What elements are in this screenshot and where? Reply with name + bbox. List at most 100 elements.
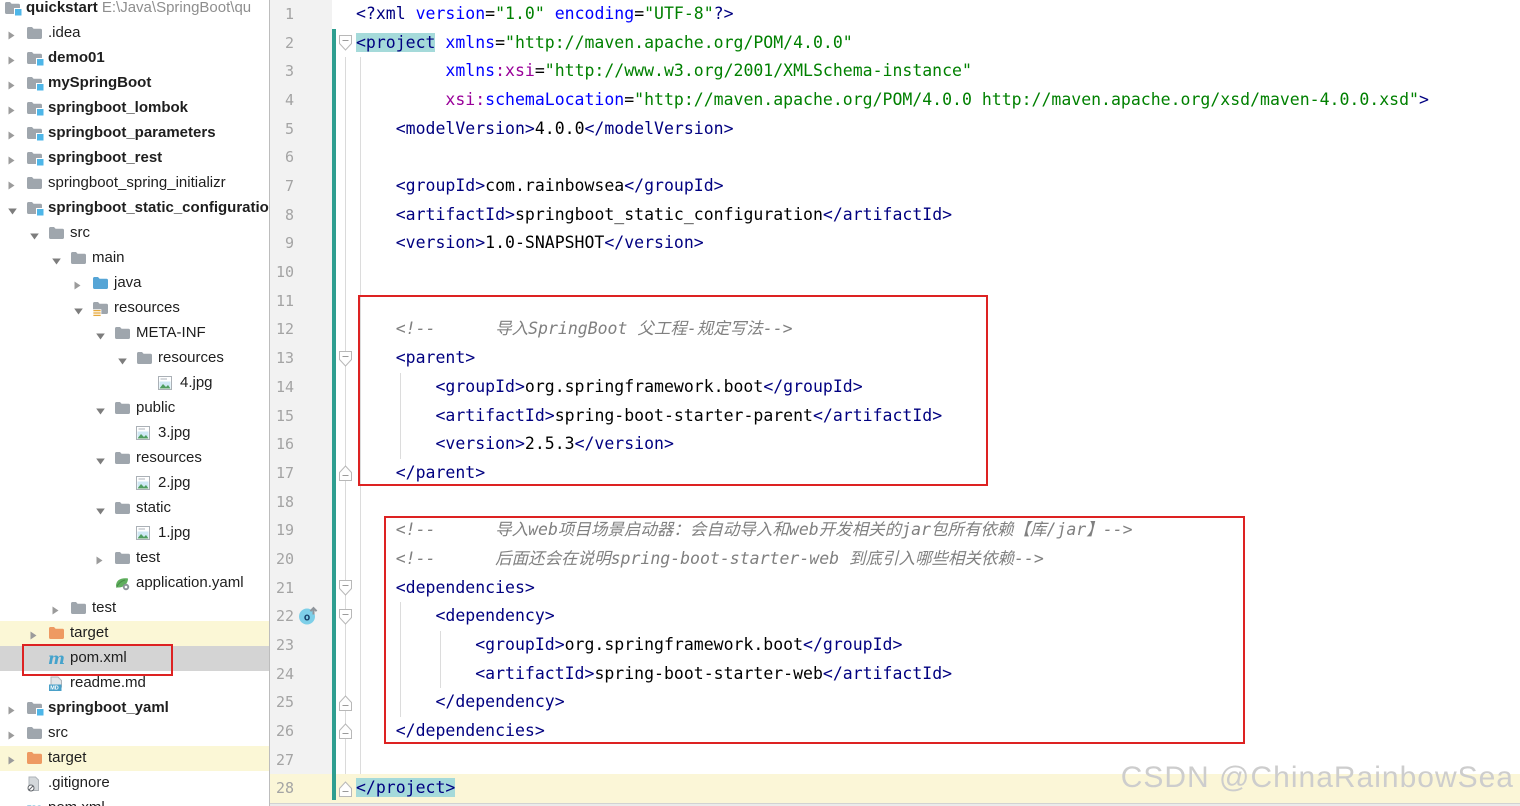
tree-item-meta-inf[interactable]: META-INF — [0, 321, 270, 346]
chevron-right-icon[interactable] — [7, 753, 18, 764]
line-number: 9 — [270, 229, 294, 258]
tree-item-.idea[interactable]: .idea — [0, 21, 270, 46]
module-icon — [26, 51, 44, 67]
vcs-change-bar[interactable] — [332, 29, 336, 800]
code-segment: "1.0" — [495, 4, 545, 23]
tree-item-resources[interactable]: resources — [0, 346, 270, 371]
tree-item-springboot_spring_initializr[interactable]: springboot_spring_initializr — [0, 171, 270, 196]
chevron-down-icon[interactable] — [117, 353, 128, 364]
chevron-right-icon[interactable] — [51, 603, 62, 614]
tree-item-application.yaml[interactable]: application.yaml — [0, 571, 270, 596]
tree-item-springboot_static_configuration[interactable]: springboot_static_configuration — [0, 196, 270, 221]
chevron-right-icon[interactable] — [7, 53, 18, 64]
tree-item-springboot_yaml[interactable]: springboot_yaml — [0, 696, 270, 721]
chevron-right-icon[interactable] — [7, 703, 18, 714]
tree-item-resources[interactable]: resources — [0, 446, 270, 471]
folder-target-icon — [26, 751, 44, 767]
tree-item-public[interactable]: public — [0, 396, 270, 421]
line-number: 4 — [270, 86, 294, 115]
folder-icon — [114, 326, 132, 342]
code-line-5[interactable]: <modelVersion>4.0.0</modelVersion> — [356, 115, 734, 144]
tree-item-3.jpg[interactable]: 3.jpg — [0, 421, 270, 446]
chevron-down-icon[interactable] — [51, 253, 62, 264]
fold-collapse-end-icon[interactable] — [338, 464, 353, 487]
fold-collapse-start-icon[interactable] — [338, 34, 353, 57]
code-line-8[interactable]: <artifactId>springboot_static_configurat… — [356, 201, 952, 230]
folder-icon — [114, 501, 132, 517]
chevron-right-icon[interactable] — [29, 628, 40, 639]
chevron-right-icon[interactable] — [7, 728, 18, 739]
code-line-2[interactable]: <project xmlns="http://maven.apache.org/… — [356, 29, 853, 58]
tree-item-myspringboot[interactable]: mySpringBoot — [0, 71, 270, 96]
chevron-right-icon[interactable] — [7, 28, 18, 39]
folder-icon — [48, 226, 66, 242]
chevron-right-icon[interactable] — [7, 78, 18, 89]
md-icon: MD — [48, 676, 66, 692]
tree-item-resources[interactable]: resources — [0, 296, 270, 321]
chevron-down-icon[interactable] — [73, 303, 84, 314]
tree-item-target[interactable]: target — [0, 621, 270, 646]
tree-item-src[interactable]: src — [0, 721, 270, 746]
chevron-down-icon[interactable] — [95, 453, 106, 464]
fold-collapse-start-icon[interactable] — [338, 350, 353, 373]
chevron-down-icon[interactable] — [95, 503, 106, 514]
chevron-right-icon[interactable] — [73, 278, 84, 289]
code-segment: "http://www.w3.org/2001/XMLSchema-instan… — [545, 61, 972, 80]
chevron-right-icon[interactable] — [95, 553, 106, 564]
tree-item-target[interactable]: target — [0, 746, 270, 771]
fold-collapse-end-icon[interactable] — [338, 780, 353, 803]
tree-item-2.jpg[interactable]: 2.jpg — [0, 471, 270, 496]
tree-item-pom.xml[interactable]: mpom.xml — [0, 796, 270, 806]
code-line-28[interactable]: </project> — [356, 774, 455, 803]
tree-item-label: springboot_parameters — [48, 124, 216, 141]
tree-item-test[interactable]: test — [0, 596, 270, 621]
chevron-down-icon[interactable] — [29, 228, 40, 239]
tree-item-test[interactable]: test — [0, 546, 270, 571]
code-line-7[interactable]: <groupId>com.rainbowsea</groupId> — [356, 172, 724, 201]
tree-item-label: readme.md — [70, 674, 146, 691]
code-segment: <?xml — [356, 4, 416, 23]
tree-item-label: demo01 — [48, 49, 105, 66]
fold-collapse-end-icon[interactable] — [338, 694, 353, 717]
tree-item-java[interactable]: java — [0, 271, 270, 296]
dependency-navigate-icon[interactable]: o — [298, 605, 319, 631]
code-segment: = — [485, 4, 495, 23]
chevron-right-icon[interactable] — [7, 153, 18, 164]
tree-item-demo01[interactable]: demo01 — [0, 46, 270, 71]
chevron-down-icon[interactable] — [7, 203, 18, 214]
code-line-3[interactable]: xmlns:xsi="http://www.w3.org/2001/XMLSch… — [356, 57, 972, 86]
tree-item-src[interactable]: src — [0, 221, 270, 246]
panel-separator[interactable] — [269, 0, 270, 806]
fold-collapse-start-icon[interactable] — [338, 579, 353, 602]
tree-item-label: META-INF — [136, 324, 206, 341]
folder-icon — [136, 351, 154, 367]
tree-item-springboot_lombok[interactable]: springboot_lombok — [0, 96, 270, 121]
gitignore-icon — [26, 776, 44, 792]
line-number: 3 — [270, 57, 294, 86]
chevron-right-icon[interactable] — [7, 128, 18, 139]
tree-item-1.jpg[interactable]: 1.jpg — [0, 521, 270, 546]
tree-item-springboot_rest[interactable]: springboot_rest — [0, 146, 270, 171]
tree-item-.gitignore[interactable]: .gitignore — [0, 771, 270, 796]
tree-item-quickstart[interactable]: quickstart E:\Java\SpringBoot\qu — [0, 0, 270, 21]
tree-item-label: springboot_static_configuration — [48, 199, 270, 216]
tree-item-main[interactable]: main — [0, 246, 270, 271]
code-line-9[interactable]: <version>1.0-SNAPSHOT</version> — [356, 229, 704, 258]
chevron-right-icon[interactable] — [7, 178, 18, 189]
code-segment — [356, 205, 396, 224]
tree-item-label: public — [136, 399, 175, 416]
line-number: 25 — [270, 688, 294, 717]
tree-item-static[interactable]: static — [0, 496, 270, 521]
fold-collapse-start-icon[interactable] — [338, 608, 353, 631]
tree-item-springboot_parameters[interactable]: springboot_parameters — [0, 121, 270, 146]
code-line-1[interactable]: <?xml version="1.0" encoding="UTF-8"?> — [356, 0, 734, 29]
fold-collapse-end-icon[interactable] — [338, 722, 353, 745]
chevron-down-icon[interactable] — [95, 403, 106, 414]
chevron-right-icon[interactable] — [7, 103, 18, 114]
tree-item-4.jpg[interactable]: 4.jpg — [0, 371, 270, 396]
code-line-4[interactable]: xsi:schemaLocation="http://maven.apache.… — [356, 86, 1429, 115]
chevron-down-icon[interactable] — [95, 328, 106, 339]
code-segment: springboot_static_configuration — [515, 205, 823, 224]
project-path: E:\Java\SpringBoot\qu — [98, 0, 251, 16]
code-segment: "UTF-8" — [644, 4, 714, 23]
